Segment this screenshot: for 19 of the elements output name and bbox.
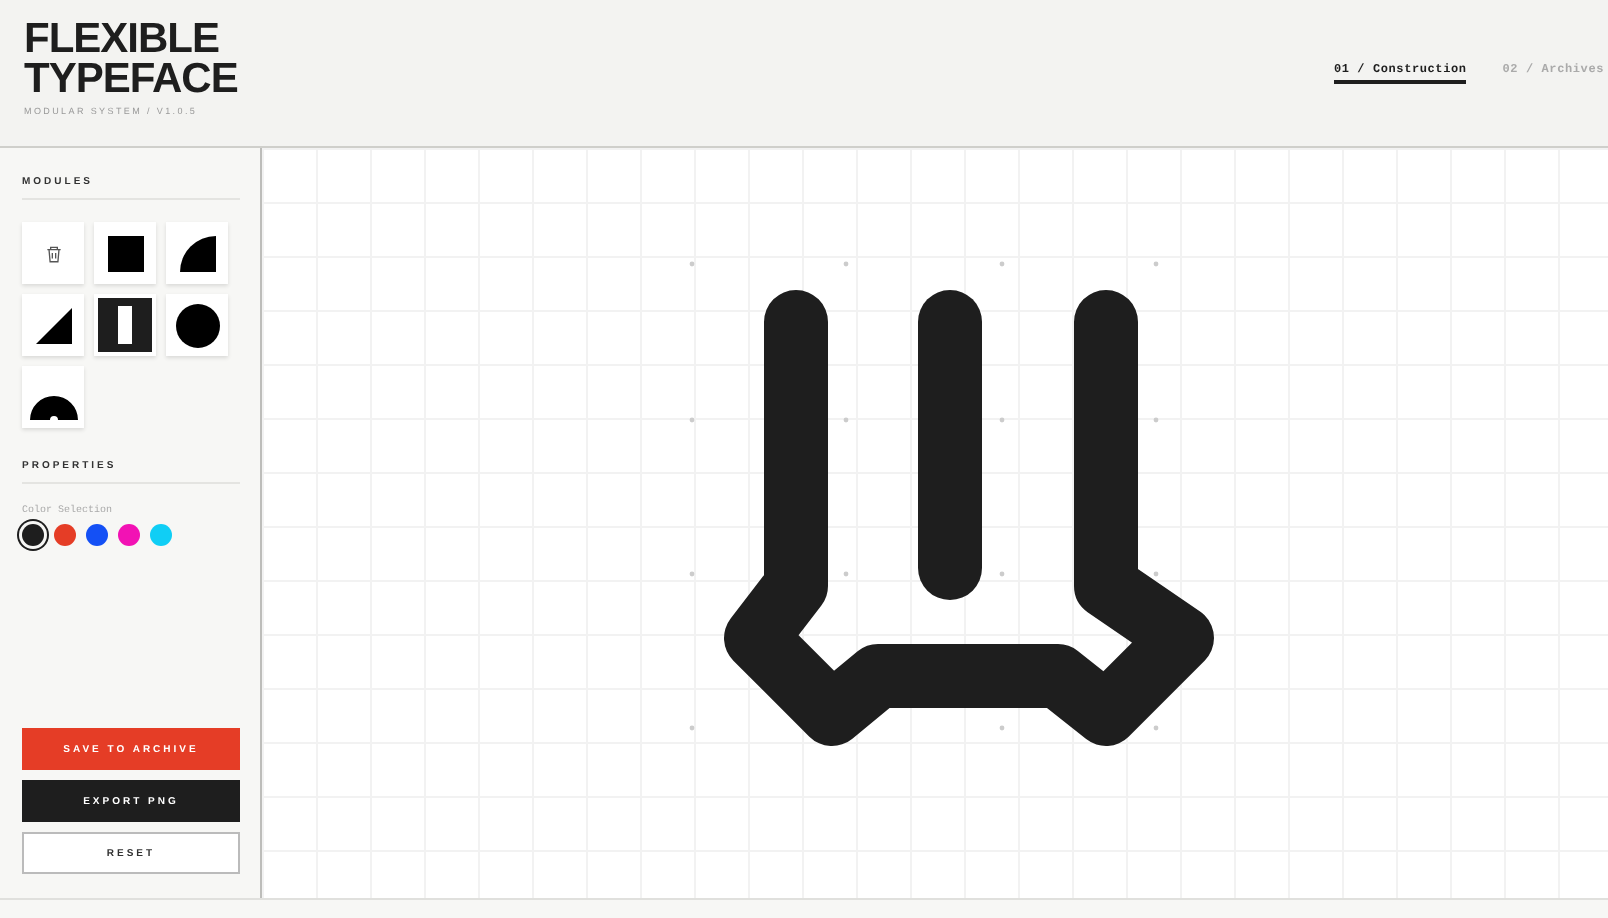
module-tile[interactable]: [94, 222, 156, 284]
module-tile[interactable]: [166, 294, 228, 356]
module-tile[interactable]: [22, 366, 84, 428]
color-swatch[interactable]: [54, 524, 76, 546]
module-tile[interactable]: [166, 222, 228, 284]
arch-icon: [29, 395, 77, 419]
square-icon: [107, 235, 143, 271]
color-swatch[interactable]: [150, 524, 172, 546]
app-title: FLEXIBLE TYPEFACE: [24, 20, 238, 100]
color-swatch[interactable]: [86, 524, 108, 546]
module-tile[interactable]: [22, 222, 84, 284]
color-swatch[interactable]: [118, 524, 140, 546]
color-swatch[interactable]: [22, 524, 44, 546]
module-tile[interactable]: [22, 294, 84, 356]
slot-icon: [98, 298, 152, 352]
triangle-icon: [35, 307, 71, 343]
module-tile[interactable]: [94, 294, 156, 356]
circle-icon: [175, 303, 219, 347]
trash-icon: [43, 243, 63, 263]
